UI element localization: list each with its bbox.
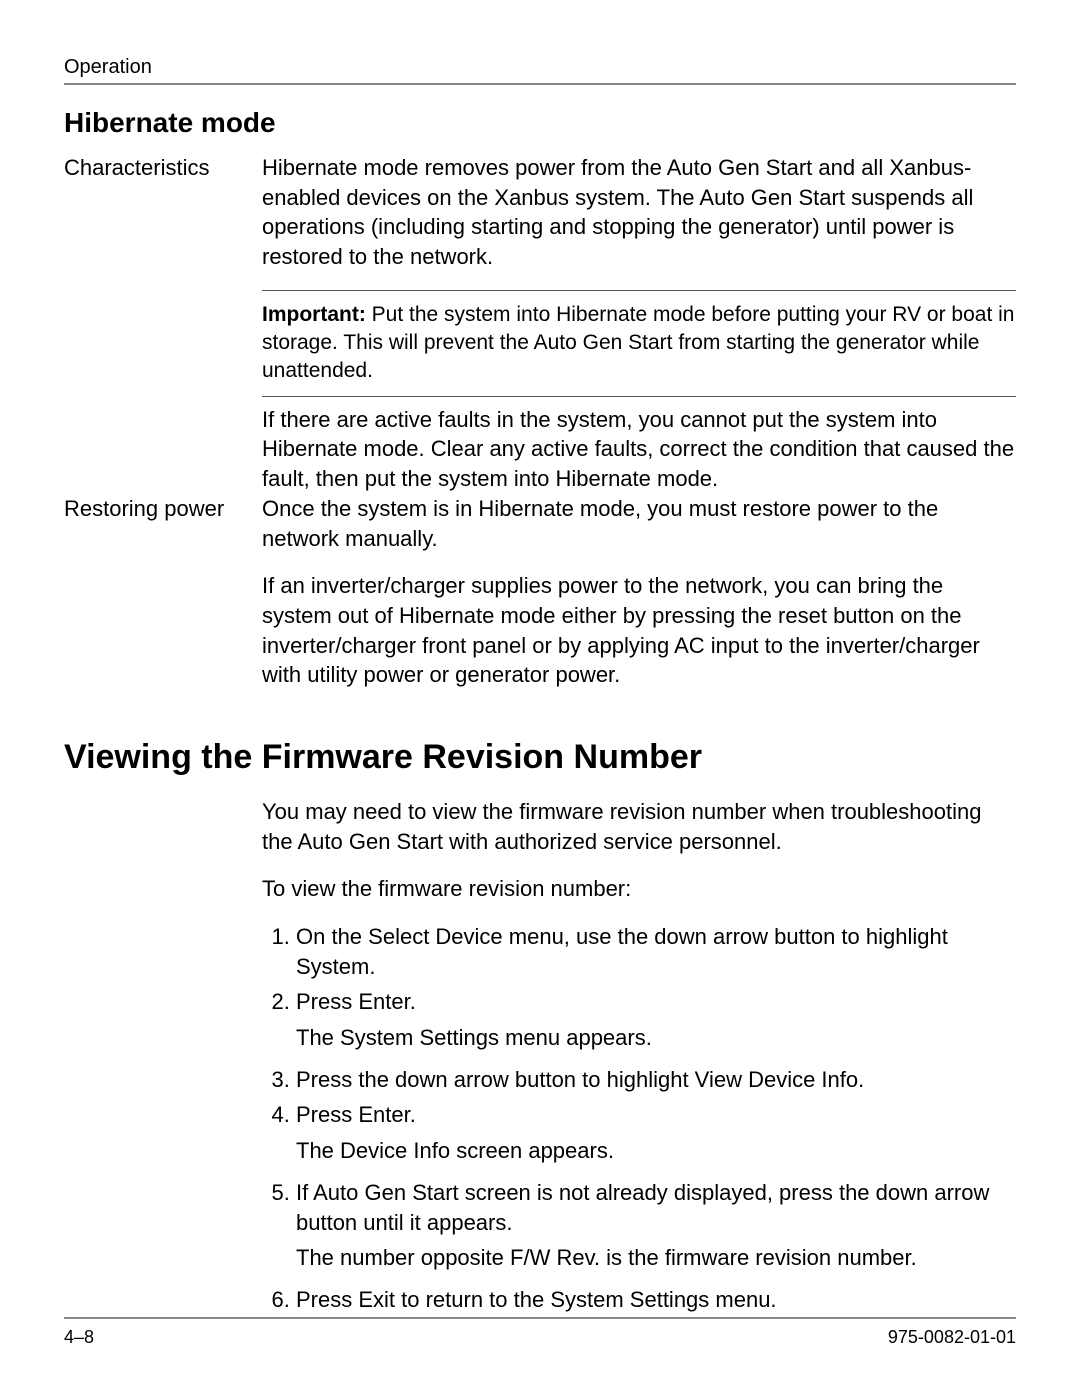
para: Hibernate mode removes power from the Au… bbox=[262, 153, 1016, 272]
callout-text: Put the system into Hibernate mode befor… bbox=[262, 303, 1014, 383]
body-restoring-power: Once the system is in Hibernate mode, yo… bbox=[262, 494, 1016, 690]
para: To view the firmware revision number: bbox=[262, 874, 1016, 904]
step-1: On the Select Device menu, use the down … bbox=[296, 922, 1016, 981]
step-text: Press Exit to return to the System Setti… bbox=[296, 1287, 777, 1312]
step-text: If Auto Gen Start screen is not already … bbox=[296, 1180, 989, 1235]
callout-important: Important: Put the system into Hibernate… bbox=[262, 290, 1016, 397]
step-text: On the Select Device menu, use the down … bbox=[296, 924, 948, 979]
step-4: Press Enter. The Device Info screen appe… bbox=[296, 1100, 1016, 1165]
section-heading-hibernate-mode: Hibernate mode bbox=[64, 107, 1016, 139]
step-6: Press Exit to return to the System Setti… bbox=[296, 1285, 1016, 1315]
footer-rule bbox=[64, 1317, 1016, 1319]
section-heading-firmware: Viewing the Firmware Revision Number bbox=[64, 738, 1016, 777]
page-number: 4–8 bbox=[64, 1327, 94, 1348]
doc-number: 975-0082-01-01 bbox=[888, 1327, 1016, 1348]
step-sub: The System Settings menu appears. bbox=[296, 1023, 1016, 1053]
step-3: Press the down arrow button to highlight… bbox=[296, 1065, 1016, 1095]
footer: 4–8 975-0082-01-01 bbox=[64, 1317, 1016, 1348]
top-rule bbox=[64, 83, 1016, 85]
steps-list: On the Select Device menu, use the down … bbox=[262, 922, 1016, 1315]
footer-row: 4–8 975-0082-01-01 bbox=[64, 1327, 1016, 1348]
step-text: Press the down arrow button to highlight… bbox=[296, 1067, 864, 1092]
side-label-restoring-power: Restoring power bbox=[64, 494, 262, 524]
step-text: Press Enter. bbox=[296, 989, 416, 1014]
row-restoring-power: Restoring power Once the system is in Hi… bbox=[64, 494, 1016, 690]
step-text: Press Enter. bbox=[296, 1102, 416, 1127]
step-5: If Auto Gen Start screen is not already … bbox=[296, 1178, 1016, 1273]
para-active-faults: If there are active faults in the system… bbox=[262, 405, 1016, 494]
body-firmware: You may need to view the firmware revisi… bbox=[262, 797, 1016, 1321]
body-characteristics: Hibernate mode removes power from the Au… bbox=[262, 153, 1016, 494]
row-firmware-intro: You may need to view the firmware revisi… bbox=[64, 797, 1016, 1321]
para: If an inverter/charger supplies power to… bbox=[262, 571, 1016, 690]
step-2: Press Enter. The System Settings menu ap… bbox=[296, 987, 1016, 1052]
callout-lead: Important: bbox=[262, 303, 366, 326]
side-label-characteristics: Characteristics bbox=[64, 153, 262, 183]
row-characteristics: Characteristics Hibernate mode removes p… bbox=[64, 153, 1016, 494]
running-head: Operation bbox=[64, 56, 1016, 79]
para: Once the system is in Hibernate mode, yo… bbox=[262, 494, 1016, 553]
page: Operation Hibernate mode Characteristics… bbox=[0, 0, 1080, 1388]
para: You may need to view the firmware revisi… bbox=[262, 797, 1016, 856]
step-sub: The Device Info screen appears. bbox=[296, 1136, 1016, 1166]
step-sub: The number opposite F/W Rev. is the firm… bbox=[296, 1243, 1016, 1273]
